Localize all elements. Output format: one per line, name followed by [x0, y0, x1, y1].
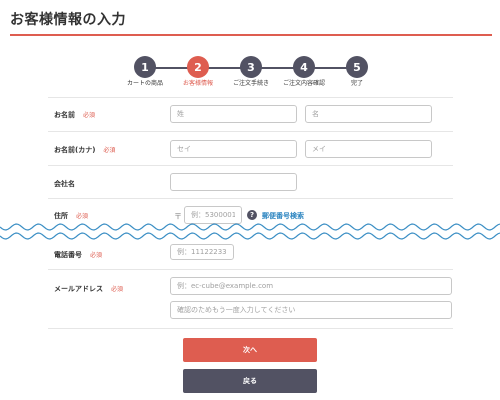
company-label: 会社名 — [54, 180, 75, 188]
email-row-label: メールアドレス 必須 — [54, 284, 123, 294]
email-label: メールアドレス — [54, 285, 103, 293]
first-name-kana-input[interactable] — [305, 140, 432, 158]
name-label: お名前 — [54, 111, 75, 119]
step-2-circle: 2 — [187, 56, 209, 78]
name-row-label: お名前 必須 — [54, 110, 95, 120]
step-5-circle: 5 — [346, 56, 368, 78]
step-1-label: カートの商品 — [126, 80, 164, 87]
wavy-cutoff-separator — [0, 223, 500, 240]
last-name-input[interactable] — [170, 105, 297, 123]
last-name-kana-input[interactable] — [170, 140, 297, 158]
step-3-label: ご注文手続き — [232, 80, 270, 87]
step-5-label: 完了 — [350, 80, 364, 87]
next-button[interactable]: 次へ — [183, 338, 317, 362]
wave-line — [0, 232, 500, 240]
checkout-progress-stepper: 1 2 3 4 5 カートの商品 お客様情報 ご注文手続き ご注文内容確認 完了 — [0, 0, 500, 90]
step-1-circle: 1 — [134, 56, 156, 78]
step-2-label: お客様情報 — [182, 80, 214, 87]
step-4-label: ご注文内容確認 — [282, 80, 326, 87]
required-badge: 必須 — [83, 112, 96, 119]
kana-row-label: お名前(カナ) 必須 — [54, 145, 115, 155]
kana-label: お名前(カナ) — [54, 146, 96, 154]
required-badge: 必須 — [90, 252, 103, 259]
email-input[interactable] — [170, 277, 452, 295]
row-divider — [48, 165, 453, 166]
phone-input[interactable] — [170, 244, 234, 260]
row-divider — [48, 269, 453, 270]
row-divider — [48, 97, 453, 98]
step-3-circle: 3 — [240, 56, 262, 78]
step-4-circle: 4 — [293, 56, 315, 78]
company-input[interactable] — [170, 173, 297, 191]
phone-row-label: 電話番号 必須 — [54, 250, 102, 260]
required-badge: 必須 — [103, 147, 116, 154]
row-divider — [48, 131, 453, 132]
row-divider — [48, 328, 453, 329]
email-confirm-input[interactable] — [170, 301, 452, 319]
phone-label: 電話番号 — [54, 251, 82, 259]
row-divider — [48, 198, 453, 199]
wave-line — [0, 223, 500, 231]
required-badge: 必須 — [111, 286, 124, 293]
first-name-input[interactable] — [305, 105, 432, 123]
back-button[interactable]: 戻る — [183, 369, 317, 393]
